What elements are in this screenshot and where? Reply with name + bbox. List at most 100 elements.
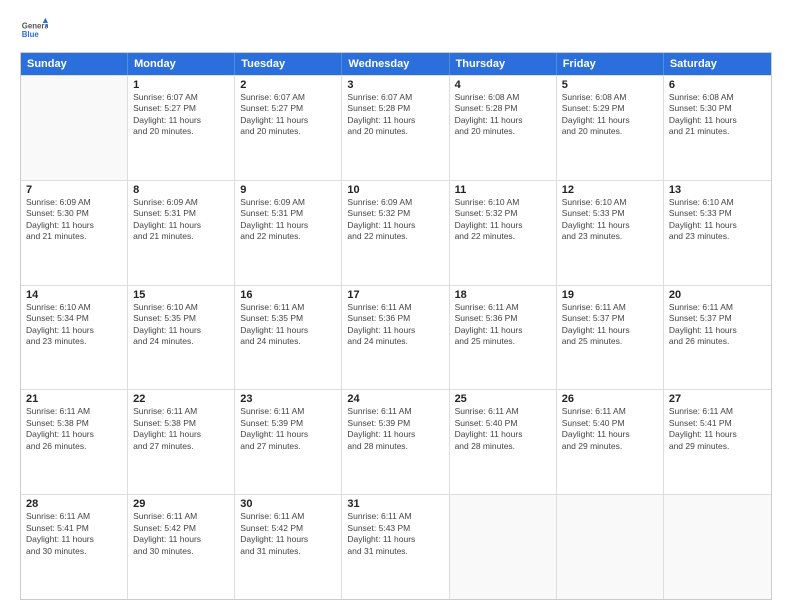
calendar-header-day: Wednesday [342, 53, 449, 75]
calendar-cell: 6Sunrise: 6:08 AM Sunset: 5:30 PM Daylig… [664, 76, 771, 180]
day-number: 6 [669, 79, 766, 91]
day-number: 8 [133, 184, 229, 196]
calendar-week: 7Sunrise: 6:09 AM Sunset: 5:30 PM Daylig… [21, 180, 771, 285]
day-info: Sunrise: 6:11 AM Sunset: 5:36 PM Dayligh… [455, 302, 551, 348]
day-number: 2 [240, 79, 336, 91]
calendar-week: 1Sunrise: 6:07 AM Sunset: 5:27 PM Daylig… [21, 75, 771, 180]
calendar-cell: 31Sunrise: 6:11 AM Sunset: 5:43 PM Dayli… [342, 495, 449, 599]
calendar-header-day: Thursday [450, 53, 557, 75]
calendar-cell: 15Sunrise: 6:10 AM Sunset: 5:35 PM Dayli… [128, 286, 235, 390]
day-number: 22 [133, 393, 229, 405]
day-number: 11 [455, 184, 551, 196]
day-info: Sunrise: 6:09 AM Sunset: 5:32 PM Dayligh… [347, 197, 443, 243]
day-info: Sunrise: 6:11 AM Sunset: 5:39 PM Dayligh… [240, 406, 336, 452]
calendar-cell: 18Sunrise: 6:11 AM Sunset: 5:36 PM Dayli… [450, 286, 557, 390]
calendar-cell: 27Sunrise: 6:11 AM Sunset: 5:41 PM Dayli… [664, 390, 771, 494]
day-info: Sunrise: 6:11 AM Sunset: 5:38 PM Dayligh… [26, 406, 122, 452]
day-info: Sunrise: 6:10 AM Sunset: 5:34 PM Dayligh… [26, 302, 122, 348]
day-info: Sunrise: 6:11 AM Sunset: 5:36 PM Dayligh… [347, 302, 443, 348]
day-info: Sunrise: 6:07 AM Sunset: 5:27 PM Dayligh… [133, 92, 229, 138]
calendar-header-day: Saturday [664, 53, 771, 75]
day-number: 23 [240, 393, 336, 405]
calendar-cell: 12Sunrise: 6:10 AM Sunset: 5:33 PM Dayli… [557, 181, 664, 285]
calendar-cell [664, 495, 771, 599]
calendar-cell: 1Sunrise: 6:07 AM Sunset: 5:27 PM Daylig… [128, 76, 235, 180]
calendar-cell: 19Sunrise: 6:11 AM Sunset: 5:37 PM Dayli… [557, 286, 664, 390]
day-info: Sunrise: 6:10 AM Sunset: 5:35 PM Dayligh… [133, 302, 229, 348]
day-info: Sunrise: 6:11 AM Sunset: 5:38 PM Dayligh… [133, 406, 229, 452]
day-number: 30 [240, 498, 336, 510]
calendar-cell: 16Sunrise: 6:11 AM Sunset: 5:35 PM Dayli… [235, 286, 342, 390]
day-number: 12 [562, 184, 658, 196]
calendar-cell: 3Sunrise: 6:07 AM Sunset: 5:28 PM Daylig… [342, 76, 449, 180]
day-info: Sunrise: 6:07 AM Sunset: 5:28 PM Dayligh… [347, 92, 443, 138]
calendar-cell: 4Sunrise: 6:08 AM Sunset: 5:28 PM Daylig… [450, 76, 557, 180]
day-info: Sunrise: 6:08 AM Sunset: 5:28 PM Dayligh… [455, 92, 551, 138]
day-number: 21 [26, 393, 122, 405]
calendar-cell: 29Sunrise: 6:11 AM Sunset: 5:42 PM Dayli… [128, 495, 235, 599]
calendar-cell: 26Sunrise: 6:11 AM Sunset: 5:40 PM Dayli… [557, 390, 664, 494]
calendar-cell: 24Sunrise: 6:11 AM Sunset: 5:39 PM Dayli… [342, 390, 449, 494]
calendar-cell: 25Sunrise: 6:11 AM Sunset: 5:40 PM Dayli… [450, 390, 557, 494]
day-info: Sunrise: 6:10 AM Sunset: 5:33 PM Dayligh… [562, 197, 658, 243]
day-info: Sunrise: 6:11 AM Sunset: 5:35 PM Dayligh… [240, 302, 336, 348]
calendar-header-day: Tuesday [235, 53, 342, 75]
day-info: Sunrise: 6:11 AM Sunset: 5:42 PM Dayligh… [133, 511, 229, 557]
day-number: 25 [455, 393, 551, 405]
calendar-header-day: Sunday [21, 53, 128, 75]
header: General Blue [20, 16, 772, 44]
calendar-cell: 7Sunrise: 6:09 AM Sunset: 5:30 PM Daylig… [21, 181, 128, 285]
day-number: 20 [669, 289, 766, 301]
day-number: 16 [240, 289, 336, 301]
calendar-cell: 17Sunrise: 6:11 AM Sunset: 5:36 PM Dayli… [342, 286, 449, 390]
calendar-cell: 20Sunrise: 6:11 AM Sunset: 5:37 PM Dayli… [664, 286, 771, 390]
day-number: 4 [455, 79, 551, 91]
day-info: Sunrise: 6:11 AM Sunset: 5:37 PM Dayligh… [562, 302, 658, 348]
calendar-cell: 2Sunrise: 6:07 AM Sunset: 5:27 PM Daylig… [235, 76, 342, 180]
day-info: Sunrise: 6:11 AM Sunset: 5:40 PM Dayligh… [455, 406, 551, 452]
logo: General Blue [20, 16, 48, 44]
day-number: 17 [347, 289, 443, 301]
calendar-header-day: Monday [128, 53, 235, 75]
day-info: Sunrise: 6:11 AM Sunset: 5:43 PM Dayligh… [347, 511, 443, 557]
calendar-cell: 23Sunrise: 6:11 AM Sunset: 5:39 PM Dayli… [235, 390, 342, 494]
calendar-cell [450, 495, 557, 599]
calendar-cell: 10Sunrise: 6:09 AM Sunset: 5:32 PM Dayli… [342, 181, 449, 285]
day-info: Sunrise: 6:10 AM Sunset: 5:32 PM Dayligh… [455, 197, 551, 243]
day-number: 15 [133, 289, 229, 301]
day-number: 3 [347, 79, 443, 91]
day-info: Sunrise: 6:11 AM Sunset: 5:41 PM Dayligh… [669, 406, 766, 452]
day-number: 10 [347, 184, 443, 196]
day-info: Sunrise: 6:09 AM Sunset: 5:31 PM Dayligh… [240, 197, 336, 243]
day-number: 31 [347, 498, 443, 510]
day-info: Sunrise: 6:11 AM Sunset: 5:42 PM Dayligh… [240, 511, 336, 557]
calendar-week: 21Sunrise: 6:11 AM Sunset: 5:38 PM Dayli… [21, 389, 771, 494]
day-number: 18 [455, 289, 551, 301]
logo-icon: General Blue [20, 16, 48, 44]
day-number: 27 [669, 393, 766, 405]
day-number: 1 [133, 79, 229, 91]
calendar-header: SundayMondayTuesdayWednesdayThursdayFrid… [21, 53, 771, 75]
day-number: 26 [562, 393, 658, 405]
calendar-cell [557, 495, 664, 599]
day-number: 29 [133, 498, 229, 510]
day-info: Sunrise: 6:08 AM Sunset: 5:29 PM Dayligh… [562, 92, 658, 138]
day-number: 9 [240, 184, 336, 196]
day-number: 5 [562, 79, 658, 91]
day-number: 24 [347, 393, 443, 405]
calendar-cell: 30Sunrise: 6:11 AM Sunset: 5:42 PM Dayli… [235, 495, 342, 599]
day-info: Sunrise: 6:11 AM Sunset: 5:37 PM Dayligh… [669, 302, 766, 348]
calendar-cell: 8Sunrise: 6:09 AM Sunset: 5:31 PM Daylig… [128, 181, 235, 285]
calendar-header-day: Friday [557, 53, 664, 75]
calendar-cell: 5Sunrise: 6:08 AM Sunset: 5:29 PM Daylig… [557, 76, 664, 180]
svg-text:Blue: Blue [22, 30, 40, 39]
calendar-cell: 28Sunrise: 6:11 AM Sunset: 5:41 PM Dayli… [21, 495, 128, 599]
calendar-cell: 21Sunrise: 6:11 AM Sunset: 5:38 PM Dayli… [21, 390, 128, 494]
day-info: Sunrise: 6:11 AM Sunset: 5:41 PM Dayligh… [26, 511, 122, 557]
day-info: Sunrise: 6:10 AM Sunset: 5:33 PM Dayligh… [669, 197, 766, 243]
calendar-cell: 13Sunrise: 6:10 AM Sunset: 5:33 PM Dayli… [664, 181, 771, 285]
calendar-week: 14Sunrise: 6:10 AM Sunset: 5:34 PM Dayli… [21, 285, 771, 390]
day-info: Sunrise: 6:09 AM Sunset: 5:30 PM Dayligh… [26, 197, 122, 243]
calendar-body: 1Sunrise: 6:07 AM Sunset: 5:27 PM Daylig… [21, 75, 771, 599]
calendar-cell: 9Sunrise: 6:09 AM Sunset: 5:31 PM Daylig… [235, 181, 342, 285]
